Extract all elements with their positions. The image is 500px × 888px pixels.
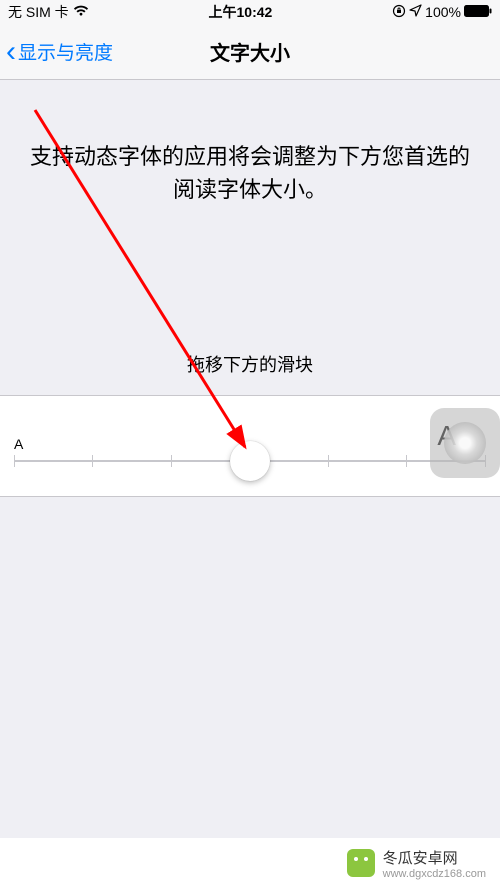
status-left: 无 SIM 卡 — [8, 2, 89, 22]
assistive-touch-button[interactable] — [430, 408, 500, 478]
orientation-lock-icon — [392, 4, 406, 21]
watermark-icon — [347, 849, 375, 877]
text-size-slider[interactable] — [14, 460, 486, 462]
content: 支持动态字体的应用将会调整为下方您首选的阅读字体大小。 拖移下方的滑块 A A — [0, 80, 500, 497]
status-time: 上午10:42 — [209, 2, 273, 22]
nav-bar: ‹ 显示与亮度 文字大小 — [0, 24, 500, 80]
slider-min-label: A — [14, 436, 23, 452]
battery-icon — [464, 4, 492, 20]
page-title: 文字大小 — [210, 37, 290, 66]
status-right: 100% — [392, 4, 492, 21]
instruction-text: 拖移下方的滑块 — [0, 236, 500, 395]
slider-thumb[interactable] — [230, 441, 270, 481]
watermark-title: 冬瓜安卓网 — [383, 847, 486, 868]
watermark-text: 冬瓜安卓网 www.dgxcdz168.com — [383, 847, 486, 880]
carrier-text: 无 SIM 卡 — [8, 2, 69, 22]
back-label: 显示与亮度 — [18, 38, 113, 65]
location-icon — [409, 4, 422, 20]
back-button[interactable]: ‹ 显示与亮度 — [0, 37, 113, 67]
wifi-icon — [73, 4, 89, 20]
watermark-url: www.dgxcdz168.com — [383, 868, 486, 880]
description-text: 支持动态字体的应用将会调整为下方您首选的阅读字体大小。 — [0, 80, 500, 236]
battery-text: 100% — [425, 4, 461, 20]
watermark: 冬瓜安卓网 www.dgxcdz168.com — [0, 838, 500, 888]
status-bar: 无 SIM 卡 上午10:42 100% — [0, 0, 500, 24]
back-chevron-icon: ‹ — [6, 37, 16, 67]
text-size-slider-section: A A — [0, 395, 500, 497]
